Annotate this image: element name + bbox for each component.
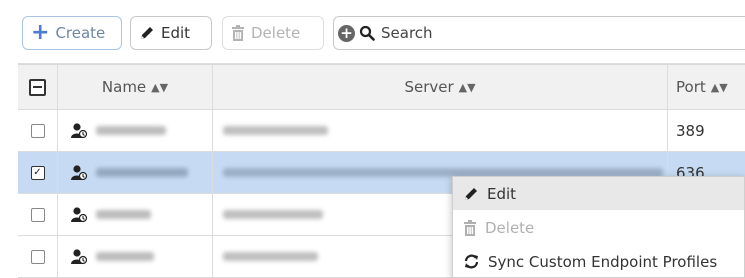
- row-checkbox[interactable]: ✓: [30, 165, 45, 180]
- user-icon: [70, 122, 88, 140]
- trash-icon: [231, 25, 245, 41]
- context-menu-edit-label: Edit: [487, 184, 517, 203]
- row-checkbox[interactable]: [30, 249, 45, 264]
- context-menu-delete[interactable]: Delete: [453, 211, 744, 244]
- column-header-server[interactable]: Server ▲▼: [213, 65, 668, 109]
- server-cell: [213, 110, 668, 151]
- search-box: +: [333, 16, 745, 50]
- row-checkbox-cell: [18, 236, 58, 277]
- name-cell: [58, 110, 213, 151]
- redacted-name: [96, 168, 188, 177]
- name-cell: [58, 194, 213, 235]
- redacted-server: [223, 126, 328, 135]
- row-checkbox-cell: [18, 194, 58, 235]
- user-icon: [70, 248, 88, 266]
- delete-button-label: Delete: [251, 24, 301, 42]
- table-header: Name ▲▼ Server ▲▼ Port ▲▼: [18, 64, 745, 110]
- context-menu-delete-label: Delete: [485, 218, 535, 237]
- toolbar: + Create Edit Delete +: [0, 0, 745, 64]
- table-row[interactable]: 389: [18, 110, 745, 152]
- pencil-icon: [463, 186, 479, 202]
- user-icon: [70, 164, 88, 182]
- trash-icon: [463, 219, 477, 236]
- redacted-server: [223, 252, 318, 261]
- add-filter-icon[interactable]: +: [338, 24, 355, 42]
- name-cell: [58, 236, 213, 277]
- context-menu: Edit Delete Sync Custom Endpoint Profile…: [452, 176, 745, 278]
- redacted-server: [223, 210, 323, 219]
- context-menu-edit[interactable]: Edit: [453, 177, 744, 210]
- column-header-name-label: Name: [101, 78, 147, 96]
- edit-button[interactable]: Edit: [130, 16, 212, 50]
- context-menu-sync-label: Sync Custom Endpoint Profiles: [488, 252, 718, 271]
- column-header-server-label: Server: [404, 78, 454, 96]
- create-button-label: Create: [55, 24, 106, 42]
- column-header-name[interactable]: Name ▲▼: [58, 65, 213, 109]
- column-header-port-label: Port: [676, 78, 706, 96]
- row-checkbox[interactable]: [30, 207, 45, 222]
- search-icon: [359, 25, 375, 41]
- pencil-icon: [139, 25, 155, 41]
- row-checkbox-cell: ✓: [18, 152, 58, 193]
- sort-icon: ▲▼: [151, 80, 169, 94]
- sync-icon: [463, 253, 480, 270]
- redacted-name: [96, 210, 151, 219]
- port-cell: 389: [668, 110, 745, 151]
- delete-button[interactable]: Delete: [222, 16, 324, 50]
- name-cell: [58, 152, 213, 193]
- row-checkbox-cell: [18, 110, 58, 151]
- sort-icon: ▲▼: [458, 80, 476, 94]
- user-icon: [70, 206, 88, 224]
- column-header-port[interactable]: Port ▲▼: [668, 65, 745, 109]
- plus-icon: +: [31, 20, 50, 45]
- select-all-cell: [18, 65, 58, 109]
- redacted-name: [96, 252, 154, 261]
- search-input[interactable]: [379, 24, 683, 42]
- create-button[interactable]: + Create: [22, 16, 122, 50]
- port-value: 389: [676, 121, 705, 140]
- select-all-checkbox[interactable]: [29, 78, 46, 96]
- redacted-name: [96, 126, 166, 135]
- edit-button-label: Edit: [161, 24, 191, 42]
- row-checkbox[interactable]: [30, 123, 45, 138]
- sort-icon: ▲▼: [710, 80, 728, 94]
- context-menu-sync-profiles[interactable]: Sync Custom Endpoint Profiles: [453, 245, 744, 278]
